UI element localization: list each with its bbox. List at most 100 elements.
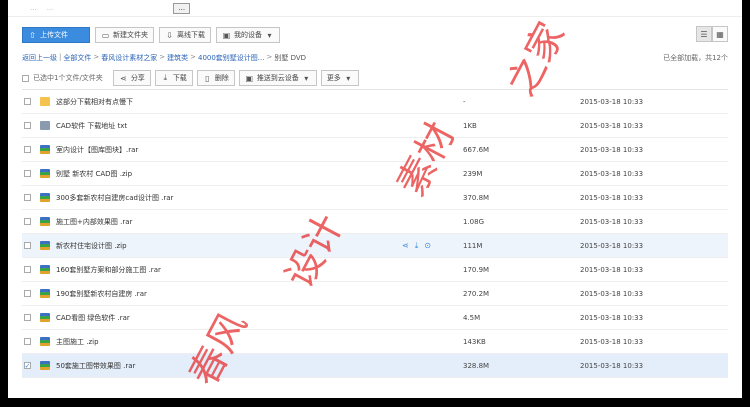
breadcrumb-separator: | <box>59 53 62 61</box>
file-row[interactable]: 施工图+内部效果图 .rar 1.08G 2015-03-18 10:33 <box>22 210 728 234</box>
row-checkbox[interactable] <box>24 314 31 321</box>
file-name[interactable]: CAD软件 下载地址 txt <box>56 121 416 131</box>
breadcrumb-separator: > <box>93 53 100 61</box>
row-checkbox[interactable] <box>24 146 31 153</box>
breadcrumb-back[interactable]: 返回上一级 <box>22 53 57 63</box>
selection-count: 已选中1个文件/文件夹 <box>33 74 103 82</box>
file-name[interactable]: 新农村住宅设计图 .zip <box>56 241 416 251</box>
offline-download-icon: ⇩ <box>166 30 173 40</box>
my-device-button[interactable]: ▣ 我的设备 ▾ <box>216 27 280 43</box>
grid-view-icon[interactable]: ▦ <box>712 26 728 42</box>
row-checkbox[interactable] <box>24 242 31 249</box>
file-size: 1KB <box>463 121 477 130</box>
file-date: 2015-03-18 10:33 <box>580 121 644 130</box>
breadcrumb-item-folder[interactable]: 春风设计素材之家 <box>101 53 157 63</box>
file-date: 2015-03-18 10:33 <box>580 265 644 274</box>
share-icon: ⋖ <box>119 73 127 83</box>
row-checkbox[interactable] <box>24 338 31 345</box>
trash-icon: ▯ <box>205 73 210 83</box>
text-file-icon <box>40 121 50 130</box>
archive-file-icon <box>40 265 50 274</box>
file-size: 328.8M <box>463 361 490 370</box>
file-row[interactable]: CAD看图 绿色软件 .rar 4.5M 2015-03-18 10:33 <box>22 306 728 330</box>
device-icon: ▣ <box>245 73 254 83</box>
file-name[interactable]: 这部分下载相对有点慢下 <box>56 97 416 107</box>
upload-button[interactable]: ⇧ 上传文件 <box>22 27 90 43</box>
share-icon[interactable]: ⋖ <box>402 241 409 251</box>
row-checkbox[interactable] <box>24 170 31 177</box>
breadcrumb: 返回上一级 | 全部文件 > 春风设计素材之家 > 建筑类 > 4000套别墅设… <box>22 53 728 63</box>
file-name[interactable]: 190套别墅新农村自建房 .rar <box>56 289 416 299</box>
file-name[interactable]: 室内设计【图库图块】.rar <box>56 145 416 155</box>
file-size: 667.6M <box>463 145 490 154</box>
row-checkbox[interactable]: ✓ <box>24 362 31 370</box>
file-row[interactable]: 室内设计【图库图块】.rar 667.6M 2015-03-18 10:33 <box>22 138 728 162</box>
file-name[interactable]: 主图施工 .zip <box>56 337 416 347</box>
my-device-label: 我的设备 <box>234 31 262 39</box>
file-date: 2015-03-18 10:33 <box>580 169 644 178</box>
file-size: 270.2M <box>463 289 490 298</box>
new-folder-button[interactable]: ▭ 新建文件夹 <box>95 27 154 43</box>
archive-file-icon <box>40 289 50 298</box>
file-row[interactable]: 别墅 新农村 CAD图 .zip 239M 2015-03-18 10:33 <box>22 162 728 186</box>
file-row[interactable]: 190套别墅新农村自建房 .rar 270.2M 2015-03-18 10:33 <box>22 282 728 306</box>
row-checkbox[interactable] <box>24 122 31 129</box>
breadcrumb-separator: > <box>190 53 196 61</box>
file-row[interactable]: 这部分下载相对有点慢下 - 2015-03-18 10:33 <box>22 90 728 114</box>
file-list: 这部分下载相对有点慢下 -2015-03-18 10:33 CAD软件 下载地址 t… <box>22 90 728 378</box>
file-size: 1.08G <box>463 217 485 226</box>
row-checkbox[interactable] <box>24 194 31 201</box>
row-checkbox[interactable] <box>24 218 31 225</box>
breadcrumb-separator: > <box>266 53 273 61</box>
file-date: 2015-03-18 10:33 <box>580 289 644 298</box>
top-strip: ... ... ... <box>8 0 742 17</box>
top-strip-button[interactable]: ... <box>173 2 191 14</box>
share-button[interactable]: ⋖ 分享 <box>112 70 151 86</box>
top-strip-text: ... <box>30 4 37 12</box>
offline-download-button[interactable]: ⇩ 离线下载 <box>159 27 211 43</box>
row-checkbox[interactable] <box>24 266 31 273</box>
file-name[interactable]: 50套施工图带效果图 .rar <box>56 361 416 371</box>
more-icon[interactable]: ⊙ <box>424 241 431 251</box>
file-name[interactable]: 别墅 新农村 CAD图 .zip <box>56 169 416 179</box>
push-to-device-button[interactable]: ▣ 推送到云设备 ▾ <box>238 70 317 86</box>
file-name[interactable]: 施工图+内部效果图 .rar <box>56 217 416 227</box>
download-button[interactable]: ⤓ 下载 <box>154 70 193 86</box>
file-row[interactable]: 新农村住宅设计图 .zip ⋖ ⤓ ⊙ 111M 2015-03-18 10:33 <box>22 234 728 258</box>
file-name[interactable]: CAD看图 绿色软件 .rar <box>56 313 416 323</box>
list-view-icon[interactable]: ☰ <box>696 26 712 42</box>
offline-download-label: 离线下载 <box>177 31 205 39</box>
file-name[interactable]: 300多套新农村自建房cad设计图 .rar <box>56 193 416 203</box>
selection-action-bar: 已选中1个文件/文件夹 ⋖ 分享 ⤓ 下载 ▯ 删除 ▣ 推送到云设备 ▾ 更多… <box>22 69 728 90</box>
push-label: 推送到云设备 <box>256 74 299 82</box>
row-actions: ⋖ ⤓ ⊙ <box>402 241 431 251</box>
file-date: 2015-03-18 10:33 <box>580 241 644 250</box>
file-date: 2015-03-18 10:33 <box>580 145 644 154</box>
breadcrumb-current: 别墅 DVD <box>274 54 307 62</box>
new-folder-label: 新建文件夹 <box>113 31 148 39</box>
file-date: 2015-03-18 10:33 <box>580 217 644 226</box>
download-label: 下载 <box>172 74 187 82</box>
file-row[interactable]: 160套别墅方案和部分施工图 .rar 170.9M 2015-03-18 10:3… <box>22 258 728 282</box>
breadcrumb-separator: > <box>159 53 166 61</box>
share-label: 分享 <box>130 74 145 82</box>
archive-file-icon <box>40 241 50 250</box>
select-all-checkbox[interactable] <box>22 74 29 82</box>
file-date: 2015-03-18 10:33 <box>580 337 644 346</box>
file-row[interactable]: CAD软件 下载地址 txt 1KB 2015-03-18 10:33 <box>22 114 728 138</box>
row-checkbox[interactable] <box>24 290 31 297</box>
chevron-down-icon: ▾ <box>267 30 272 40</box>
breadcrumb-item-folder[interactable]: 4000套别墅设计图... <box>198 53 265 63</box>
file-row[interactable]: 主图施工 .zip 143KB 2015-03-18 10:33 <box>22 330 728 354</box>
chevron-down-icon: ▾ <box>346 73 351 83</box>
row-checkbox[interactable] <box>24 98 31 105</box>
breadcrumb-item-all-files[interactable]: 全部文件 <box>63 53 91 63</box>
device-icon: ▣ <box>222 30 231 40</box>
file-name[interactable]: 160套别墅方案和部分施工图 .rar <box>56 265 416 275</box>
file-row[interactable]: ✓ 50套施工图带效果图 .rar 328.8M 2015-03-18 10:33 <box>22 354 728 378</box>
file-row[interactable]: 300多套新农村自建房cad设计图 .rar 370.8M 2015-03-18 1… <box>22 186 728 210</box>
more-button[interactable]: 更多 ▾ <box>320 70 359 86</box>
breadcrumb-item-folder[interactable]: 建筑类 <box>167 53 188 63</box>
delete-button[interactable]: ▯ 删除 <box>196 70 235 86</box>
download-icon[interactable]: ⤓ <box>415 241 419 251</box>
